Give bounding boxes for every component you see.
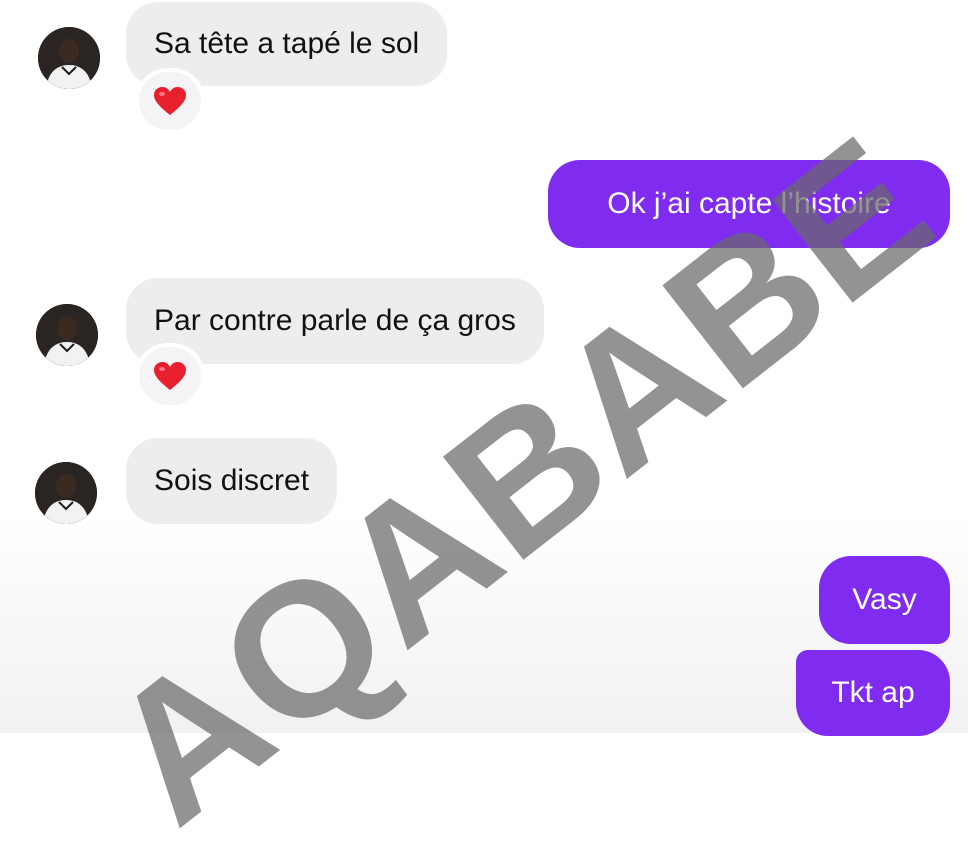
- message-bubble-incoming[interactable]: Par contre parle de ça gros: [126, 278, 544, 364]
- message-reaction[interactable]: [139, 347, 201, 405]
- chat-thread: Sa tête a tapé le sol Ok j’ai capte l’hi…: [0, 0, 968, 864]
- message-text: Vasy: [852, 583, 917, 616]
- message-text: Par contre parle de ça gros: [154, 304, 516, 337]
- contact-avatar-photo: [38, 27, 100, 89]
- message-reaction[interactable]: [139, 72, 201, 130]
- red-heart-icon: [154, 87, 186, 115]
- message-text: Ok j’ai capte l’histoire: [607, 187, 891, 220]
- contact-avatar[interactable]: [38, 27, 100, 89]
- message-text: Sois discret: [154, 464, 310, 497]
- contact-avatar-photo: [36, 304, 98, 366]
- message-bubble-incoming[interactable]: Sois discret: [126, 438, 338, 524]
- message-text: Tkt ap: [831, 676, 915, 709]
- message-bubble-outgoing[interactable]: Ok j’ai capte l’histoire: [548, 160, 950, 248]
- message-text: Sa tête a tapé le sol: [154, 27, 420, 60]
- message-bubble-outgoing[interactable]: Tkt ap: [796, 650, 950, 736]
- contact-avatar[interactable]: [36, 304, 98, 366]
- contact-avatar-photo: [35, 462, 97, 524]
- message-bubble-outgoing[interactable]: Vasy: [819, 556, 950, 644]
- contact-avatar[interactable]: [35, 462, 97, 524]
- red-heart-icon: [154, 362, 186, 390]
